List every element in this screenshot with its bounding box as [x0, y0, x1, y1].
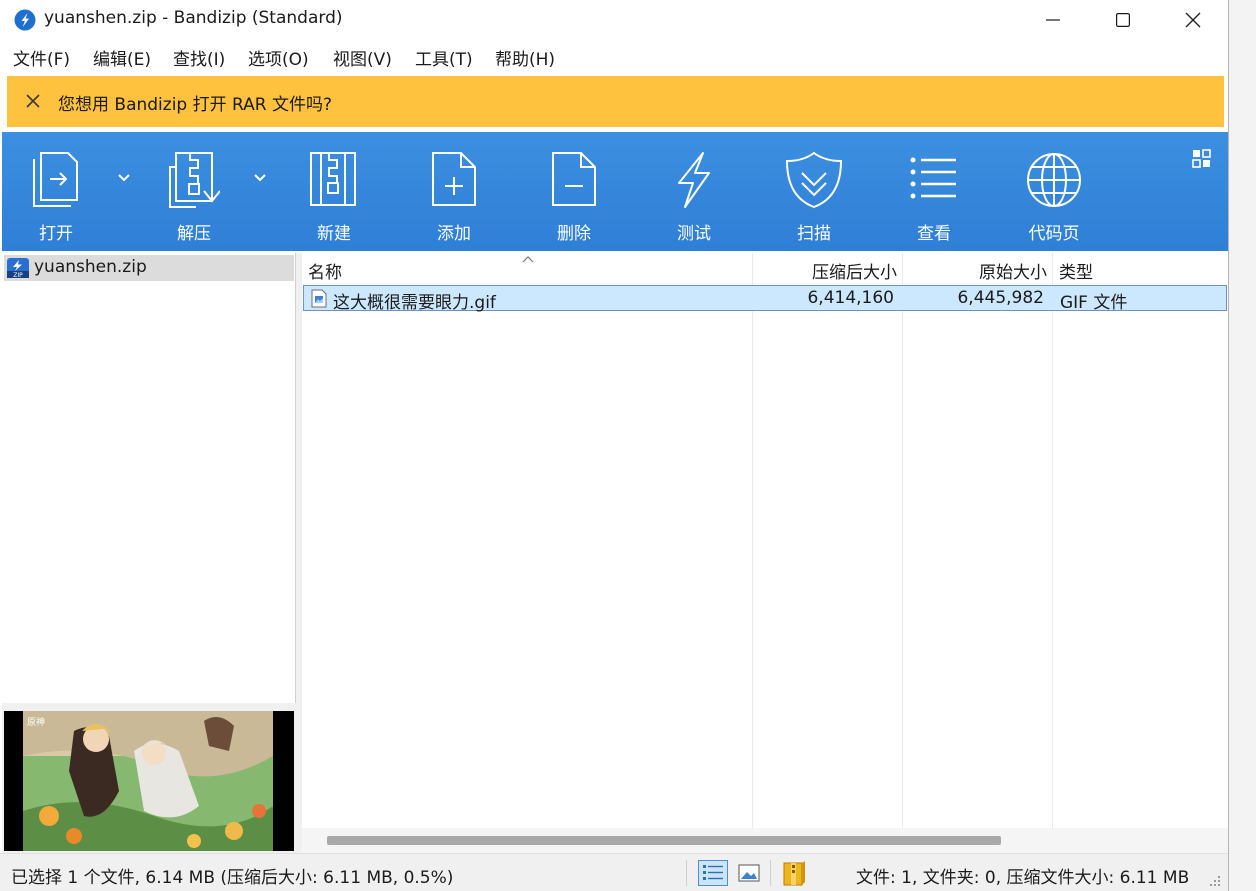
status-bar: 已选择 1 个文件, 6.14 MB (压缩后大小: 6.11 MB, 0.5%… — [0, 853, 1228, 891]
view-list-icon — [910, 157, 956, 199]
delete-file-icon — [552, 152, 596, 206]
add-label: 添加 — [437, 224, 471, 244]
desktop-background — [1229, 0, 1256, 891]
new-archive-icon — [310, 152, 356, 206]
archive-info-icon[interactable] — [782, 860, 806, 886]
new-archive-button[interactable]: 新建 — [302, 132, 366, 251]
menu-view[interactable]: 视图(V) — [333, 45, 392, 70]
extract-icon — [169, 152, 220, 208]
column-header-original[interactable]: 原始大小 — [903, 253, 1052, 285]
column-divider[interactable] — [752, 253, 753, 828]
add-file-icon — [432, 152, 476, 206]
scan-label: 扫描 — [797, 224, 831, 244]
file-list: 名称 压缩后大小 原始大小 类型 这大概很需要眼力.gif 6,414,160 … — [302, 253, 1228, 853]
new-archive-label: 新建 — [317, 224, 351, 244]
add-button[interactable]: 添加 — [422, 132, 486, 251]
bandizip-app-icon — [14, 9, 36, 31]
column-header-type[interactable]: 类型 — [1053, 253, 1228, 285]
table-row[interactable]: 这大概很需要眼力.gif 6,414,160 6,445,982 GIF 文件 — [303, 285, 1227, 313]
codepage-label: 代码页 — [1028, 224, 1080, 244]
scan-button[interactable]: 扫描 — [782, 132, 846, 251]
window-title: yuanshen.zip - Bandizip (Standard) — [44, 8, 343, 28]
menu-options[interactable]: 选项(O) — [248, 45, 309, 70]
maximize-icon — [1116, 13, 1130, 27]
test-label: 测试 — [677, 224, 711, 244]
column-header-compressed[interactable]: 压缩后大小 — [753, 253, 902, 285]
menu-tools[interactable]: 工具(T) — [415, 45, 473, 70]
minimize-icon — [1046, 19, 1060, 21]
original-size: 6,445,982 — [957, 288, 1044, 308]
svg-text:原神: 原神 — [27, 716, 45, 728]
compressed-size: 6,414,160 — [807, 288, 894, 308]
file-type: GIF 文件 — [1060, 293, 1128, 313]
resize-grip-icon[interactable] — [1208, 874, 1222, 888]
open-dropdown-chevron-down-icon[interactable] — [116, 171, 132, 185]
view-button[interactable]: 查看 — [902, 132, 966, 251]
zip-icon: ZIP — [7, 258, 29, 278]
tree-item-archive[interactable]: ZIP yuanshen.zip — [4, 255, 294, 281]
menu-bar: 文件(F) 编辑(E) 查找(I) 选项(O) 视图(V) 工具(T) 帮助(H… — [0, 40, 1228, 74]
folder-tree: ZIP yuanshen.zip — [2, 253, 296, 703]
open-icon — [33, 152, 78, 207]
sort-ascending-icon — [522, 256, 534, 263]
column-header-name-label: 名称 — [308, 263, 342, 283]
close-button[interactable] — [1158, 0, 1228, 40]
menu-help[interactable]: 帮助(H) — [495, 45, 555, 70]
menu-find[interactable]: 查找(I) — [173, 45, 225, 70]
svg-text:ZIP: ZIP — [13, 272, 23, 278]
column-header-type-label: 类型 — [1059, 263, 1093, 283]
notice-text[interactable]: 您想用 Bandizip 打开 RAR 文件吗? — [58, 90, 332, 115]
details-view-icon[interactable] — [698, 860, 728, 886]
column-divider[interactable] — [1052, 253, 1053, 828]
test-button[interactable]: 测试 — [662, 132, 726, 251]
rar-association-notice: 您想用 Bandizip 打开 RAR 文件吗? — [7, 76, 1224, 127]
globe-icon — [1027, 153, 1081, 207]
status-divider — [770, 860, 771, 886]
extract-button[interactable]: 解压 — [162, 132, 226, 251]
status-divider — [686, 860, 687, 886]
scrollbar-thumb[interactable] — [327, 836, 1001, 845]
delete-button[interactable]: 删除 — [542, 132, 606, 251]
archive-summary: 文件: 1, 文件夹: 0, 压缩文件大小: 6.11 MB — [856, 868, 1190, 888]
selection-status: 已选择 1 个文件, 6.14 MB (压缩后大小: 6.11 MB, 0.5%… — [11, 868, 454, 888]
view-label: 查看 — [917, 224, 951, 244]
codepage-button[interactable]: 代码页 — [1022, 132, 1086, 251]
delete-label: 删除 — [557, 224, 591, 244]
gif-preview-image: 原神 — [4, 711, 294, 851]
layout-toggle-icon[interactable] — [1192, 149, 1212, 169]
column-divider[interactable] — [902, 253, 903, 828]
bandizip-window: yuanshen.zip - Bandizip (Standard) 文件(F)… — [0, 0, 1229, 891]
toolbar: 打开 解压 新建 添加 删除 测试 扫描 查看 代码页 — [2, 132, 1228, 251]
extract-label: 解压 — [177, 224, 211, 244]
open-button[interactable]: 打开 — [24, 132, 88, 251]
minimize-button[interactable] — [1018, 0, 1088, 40]
open-label: 打开 — [39, 224, 73, 244]
maximize-button[interactable] — [1088, 0, 1158, 40]
file-name: 这大概很需要眼力.gif — [333, 293, 496, 313]
column-header-name[interactable]: 名称 — [302, 253, 752, 285]
tree-item-label: yuanshen.zip — [34, 257, 147, 277]
thumbnail-view-icon[interactable] — [738, 863, 760, 883]
title-bar: yuanshen.zip - Bandizip (Standard) — [0, 0, 1228, 40]
column-header-compressed-label: 压缩后大小 — [812, 263, 897, 283]
notice-close-icon[interactable] — [23, 91, 43, 111]
gif-file-icon — [311, 289, 327, 308]
test-icon — [678, 152, 710, 208]
scan-shield-icon — [785, 151, 843, 209]
menu-edit[interactable]: 编辑(E) — [93, 45, 151, 70]
extract-dropdown-chevron-down-icon[interactable] — [252, 171, 268, 185]
horizontal-scrollbar[interactable] — [302, 828, 1228, 853]
close-icon — [1185, 12, 1201, 28]
column-header-original-label: 原始大小 — [979, 263, 1047, 283]
menu-file[interactable]: 文件(F) — [13, 45, 70, 70]
